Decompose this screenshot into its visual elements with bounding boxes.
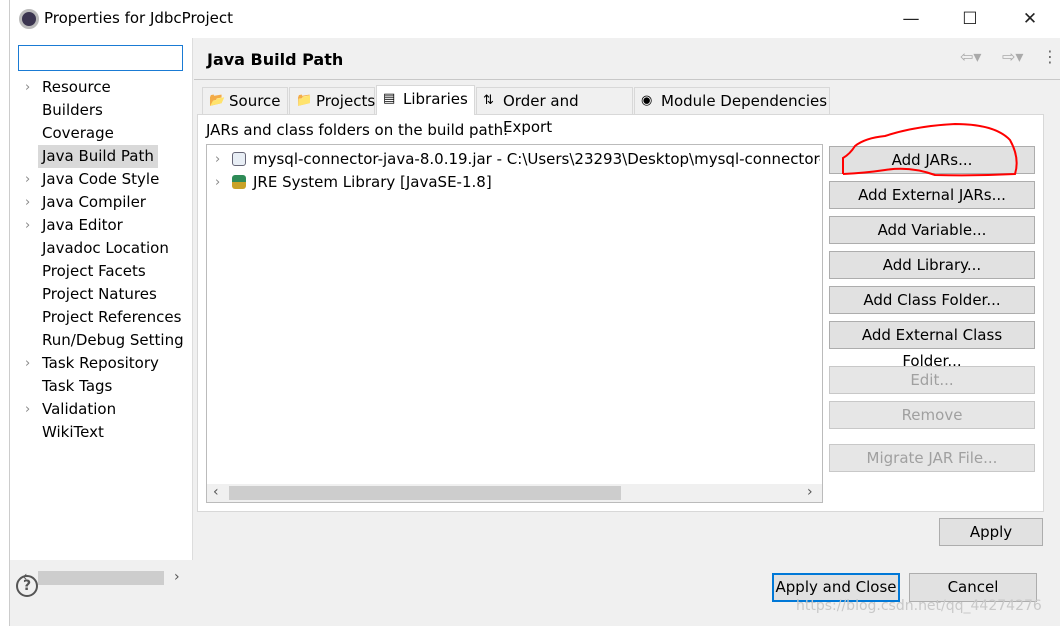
entry-label: JRE System Library [JavaSE-1.8]	[253, 173, 492, 191]
minimize-button[interactable]: —	[888, 6, 934, 32]
add-variable-button[interactable]: Add Variable...	[829, 216, 1035, 244]
remove-button: Remove	[829, 401, 1035, 429]
sidebar-scrollbar[interactable]: ‹ ›	[18, 569, 186, 587]
chevron-right-icon[interactable]: ›	[215, 171, 220, 194]
sidebar-item-label: Task Tags	[42, 377, 113, 395]
sidebar-item[interactable]: Project Natures	[10, 283, 193, 306]
scroll-right-icon[interactable]: ›	[807, 484, 813, 500]
tab-projects[interactable]: 📁 Projects	[289, 87, 375, 114]
sidebar-item-label: Project References	[42, 308, 182, 326]
apply-button[interactable]: Apply	[939, 518, 1043, 546]
add-library-button[interactable]: Add Library...	[829, 251, 1035, 279]
page-title: Java Build Path	[207, 50, 344, 69]
red-annotation-circle	[842, 122, 1018, 177]
chevron-right-icon[interactable]: ›	[25, 214, 30, 237]
build-path-list[interactable]: › mysql-connector-java-8.0.19.jar - C:\Us…	[206, 144, 823, 503]
edit-button: Edit...	[829, 366, 1035, 394]
watermark: https://blog.csdn.net/qq_44274276	[796, 598, 1042, 614]
sidebar-item-label: Java Build Path	[38, 145, 158, 168]
chevron-right-icon[interactable]: ›	[215, 148, 220, 171]
eclipse-icon	[19, 9, 39, 29]
back-icon[interactable]: ⇦▾	[960, 47, 981, 66]
tab-label: Projects	[316, 92, 376, 110]
list-item[interactable]: › mysql-connector-java-8.0.19.jar - C:\Us…	[215, 148, 820, 171]
sidebar-item[interactable]: Task Tags	[10, 375, 193, 398]
source-icon: 📂	[209, 93, 226, 108]
sidebar-item[interactable]: WikiText	[10, 421, 193, 444]
chevron-right-icon[interactable]: ›	[25, 76, 30, 99]
sidebar-item-label: Java Editor	[42, 216, 123, 234]
tab-label: Libraries	[403, 90, 468, 108]
scroll-left-icon[interactable]: ‹	[213, 484, 219, 500]
help-icon[interactable]: ?	[16, 575, 38, 597]
tab-label: Source	[229, 92, 281, 110]
sidebar-item[interactable]: › Java Code Style	[10, 168, 193, 191]
sidebar-item-label: Builders	[42, 101, 103, 119]
tab-module-dependencies[interactable]: ◉ Module Dependencies	[634, 87, 830, 114]
sidebar-item[interactable]: › Java Editor	[10, 214, 193, 237]
add-external-class-folder-button[interactable]: Add External Class Folder...	[829, 321, 1035, 370]
chevron-right-icon[interactable]: ›	[25, 352, 30, 375]
sidebar-item-label: WikiText	[42, 423, 104, 441]
title-bar: Properties for JdbcProject — ☐ ✕	[10, 0, 1060, 38]
tab-libraries[interactable]: ▤ Libraries	[376, 85, 475, 115]
tab-label: Module Dependencies	[661, 92, 828, 110]
scroll-thumb[interactable]	[38, 571, 164, 585]
tab-order-and-export[interactable]: ⇅ Order and Export	[476, 87, 633, 136]
library-icon	[232, 175, 246, 189]
chevron-right-icon[interactable]: ›	[25, 398, 30, 421]
sidebar-item[interactable]: › Java Compiler	[10, 191, 193, 214]
chevron-right-icon[interactable]: ›	[25, 168, 30, 191]
maximize-button[interactable]: ☐	[947, 6, 993, 32]
sidebar-item-label: Javadoc Location	[42, 239, 169, 257]
add-external-jars-button[interactable]: Add External JARs...	[829, 181, 1035, 209]
sidebar-item-label: Validation	[42, 400, 117, 418]
sidebar-item[interactable]: Run/Debug Setting	[10, 329, 193, 352]
menu-icon[interactable]: ⋮	[1042, 47, 1058, 66]
filter-input[interactable]	[18, 45, 183, 71]
scroll-right-icon[interactable]: ›	[174, 569, 180, 585]
sidebar-item[interactable]: Coverage	[10, 122, 193, 145]
sidebar-item-label: Project Natures	[42, 285, 157, 303]
sidebar-item[interactable]: › Validation	[10, 398, 193, 421]
window-title: Properties for JdbcProject	[44, 9, 234, 27]
jar-icon	[232, 152, 246, 166]
sidebar-item[interactable]: › Resource	[10, 76, 193, 99]
list-item[interactable]: › JRE System Library [JavaSE-1.8]	[215, 171, 820, 194]
sidebar-item-label: Project Facets	[42, 262, 146, 280]
forward-icon[interactable]: ⇨▾	[1002, 47, 1023, 66]
background-editor	[0, 0, 10, 626]
migrate-jar-file-button: Migrate JAR File...	[829, 444, 1035, 472]
entry-label: mysql-connector-java-8.0.19.jar - C:\Use…	[253, 150, 820, 168]
chevron-right-icon[interactable]: ›	[25, 191, 30, 214]
projects-icon: 📁	[296, 93, 313, 108]
close-button[interactable]: ✕	[1007, 6, 1053, 32]
libraries-icon: ▤	[383, 91, 396, 106]
sidebar-item[interactable]: Java Build Path	[10, 145, 193, 168]
sidebar: › Resource Builders Coverage Java Build Path…	[10, 38, 193, 585]
sidebar-item-label: Coverage	[42, 124, 114, 142]
sidebar-item-label: Java Code Style	[42, 170, 160, 188]
list-scrollbar[interactable]: ‹ ›	[207, 484, 822, 502]
list-label: JARs and class folders on the build path…	[206, 121, 509, 139]
sidebar-item-label: Resource	[42, 78, 111, 96]
sidebar-item[interactable]: Project References	[10, 306, 193, 329]
sidebar-item-label: Java Compiler	[42, 193, 146, 211]
add-class-folder-button[interactable]: Add Class Folder...	[829, 286, 1035, 314]
page-header: Java Build Path ⇦▾ ⇨▾ ⋮	[194, 38, 1060, 80]
sidebar-item[interactable]: Builders	[10, 99, 193, 122]
sidebar-item[interactable]: Project Facets	[10, 260, 193, 283]
tab-source[interactable]: 📂 Source	[202, 87, 288, 114]
sidebar-item[interactable]: Javadoc Location	[10, 237, 193, 260]
scroll-thumb[interactable]	[229, 486, 621, 500]
sidebar-item[interactable]: › Task Repository	[10, 352, 193, 375]
order-export-icon: ⇅	[483, 93, 494, 108]
sidebar-item-label: Run/Debug Setting	[42, 331, 184, 349]
sidebar-item-label: Task Repository	[42, 354, 159, 372]
module-icon: ◉	[641, 93, 653, 108]
